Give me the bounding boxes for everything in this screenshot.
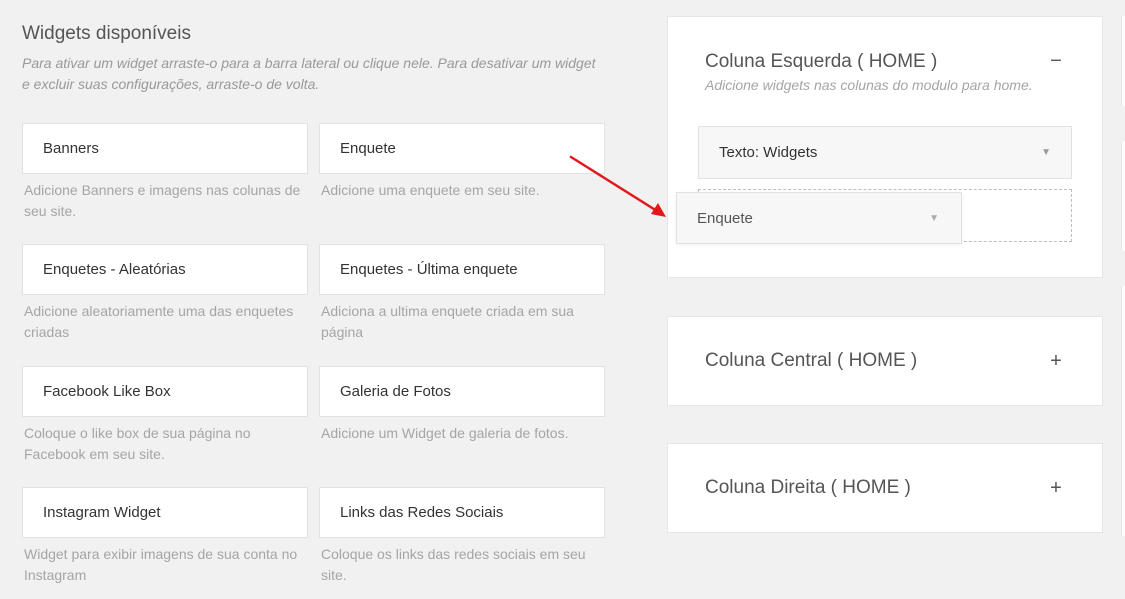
- placed-widget-label: Texto: Widgets: [719, 144, 818, 161]
- caret-down-icon[interactable]: ▼: [1041, 127, 1051, 178]
- sidebar-title[interactable]: Coluna Esquerda ( HOME ): [705, 51, 937, 73]
- widget-handle[interactable]: Banners: [22, 123, 308, 174]
- widget-instagram: Instagram Widget Widget para exibir imag…: [22, 487, 308, 586]
- sidebar-coluna-central: Coluna Central ( HOME ) +: [667, 316, 1103, 406]
- widget-handle[interactable]: Links das Redes Sociais: [319, 487, 605, 538]
- sidebar-title[interactable]: Coluna Central ( HOME ): [705, 350, 917, 372]
- widget-links-redes-sociais: Links das Redes Sociais Coloque os links…: [319, 487, 605, 586]
- widget-description: Adicione Banners e imagens nas colunas d…: [24, 182, 301, 219]
- widget-handle[interactable]: Enquetes - Última enquete: [319, 244, 605, 295]
- placed-widget[interactable]: Texto: Widgets ▼: [698, 126, 1072, 179]
- annotation-arrow-icon: [569, 155, 666, 217]
- available-widgets-panel: Widgets disponíveis Para ativar um widge…: [22, 22, 612, 583]
- widget-handle[interactable]: Instagram Widget: [22, 487, 308, 538]
- widget-description: Widget para exibir imagens de sua conta …: [24, 546, 298, 583]
- expand-icon[interactable]: +: [1048, 478, 1064, 498]
- widget-banners: Banners Adicione Banners e imagens nas c…: [22, 123, 308, 222]
- widget-description: Adicione aleatoriamente uma das enquetes…: [24, 303, 294, 340]
- available-widgets-description: Para ativar um widget arraste-o para a b…: [22, 55, 596, 92]
- available-widgets-title: Widgets disponíveis: [22, 23, 191, 44]
- edge-panels: [1121, 16, 1125, 536]
- widget-enquete: Enquete Adicione uma enquete em seu site…: [319, 123, 605, 201]
- dragging-widget-label: Enquete: [697, 210, 753, 227]
- sidebar-coluna-direita: Coluna Direita ( HOME ) +: [667, 443, 1103, 533]
- sidebar-description: Adicione widgets nas colunas do modulo p…: [705, 77, 1033, 93]
- sidebar-title[interactable]: Coluna Direita ( HOME ): [705, 477, 911, 499]
- expand-icon[interactable]: +: [1048, 351, 1064, 371]
- widget-description: Adicione um Widget de galeria de fotos.: [321, 425, 569, 441]
- widget-description: Coloque os links das redes sociais em se…: [321, 546, 586, 583]
- widget-description: Coloque o like box de sua página no Face…: [24, 425, 251, 462]
- collapse-icon[interactable]: −: [1048, 51, 1064, 71]
- dragging-widget[interactable]: Enquete ▼: [676, 192, 962, 244]
- widget-handle[interactable]: Enquete: [319, 123, 605, 174]
- widget-handle[interactable]: Galeria de Fotos: [319, 366, 605, 417]
- widget-galeria-de-fotos: Galeria de Fotos Adicione um Widget de g…: [319, 366, 605, 444]
- widget-handle[interactable]: Facebook Like Box: [22, 366, 308, 417]
- widget-description: Adicione uma enquete em seu site.: [321, 182, 540, 198]
- widget-description: Adiciona a ultima enquete criada em sua …: [321, 303, 574, 340]
- widget-enquetes-ultima: Enquetes - Última enquete Adiciona a ult…: [319, 244, 605, 343]
- widget-handle[interactable]: Enquetes - Aleatórias: [22, 244, 308, 295]
- widget-facebook-like-box: Facebook Like Box Coloque o like box de …: [22, 366, 308, 465]
- widget-enquetes-aleatorias: Enquetes - Aleatórias Adicione aleatoria…: [22, 244, 308, 343]
- caret-down-icon: ▼: [929, 213, 939, 224]
